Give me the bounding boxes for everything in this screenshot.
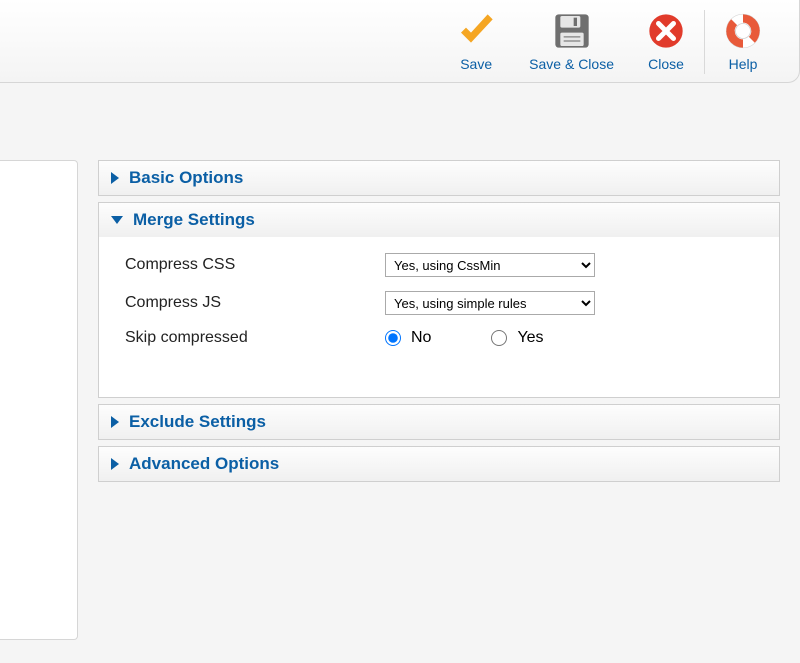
toolbar: Save Save & Close Close: [0, 0, 800, 83]
radio-input-no[interactable]: [385, 330, 401, 346]
check-icon: [455, 10, 497, 52]
close-icon: [646, 10, 686, 52]
toolbar-separator: [704, 10, 705, 74]
chevron-down-icon: [111, 216, 123, 224]
save-label: Save: [460, 56, 492, 72]
panel-title: Exclude Settings: [129, 412, 266, 432]
select-compress-css[interactable]: Yes, using CssMin: [385, 253, 595, 277]
panel-title: Merge Settings: [133, 210, 255, 230]
select-compress-js[interactable]: Yes, using simple rules: [385, 291, 595, 315]
label-skip-compressed: Skip compressed: [125, 329, 385, 347]
save-close-button[interactable]: Save & Close: [513, 10, 630, 72]
panel-header-merge[interactable]: Merge Settings: [99, 203, 779, 237]
label-compress-css: Compress CSS: [125, 256, 385, 274]
panel-body-merge: Compress CSS Yes, using CssMin Compress …: [99, 237, 779, 397]
left-panel-stub: [0, 160, 78, 640]
radio-skip-no[interactable]: No: [385, 329, 431, 347]
chevron-right-icon: [111, 172, 119, 184]
panel-merge-settings: Merge Settings Compress CSS Yes, using C…: [98, 202, 780, 398]
label-compress-js: Compress JS: [125, 294, 385, 312]
options-panels: Basic Options Merge Settings Compress CS…: [98, 160, 780, 640]
row-compress-css: Compress CSS Yes, using CssMin: [125, 253, 759, 277]
radio-skip-yes[interactable]: Yes: [491, 329, 543, 347]
panel-header-exclude[interactable]: Exclude Settings: [99, 405, 779, 439]
row-skip-compressed: Skip compressed No Yes: [125, 329, 759, 347]
help-label: Help: [729, 56, 758, 72]
chevron-right-icon: [111, 458, 119, 470]
panel-advanced-options: Advanced Options: [98, 446, 780, 482]
radio-input-yes[interactable]: [491, 330, 507, 346]
help-button[interactable]: Help: [707, 10, 779, 72]
panel-title: Advanced Options: [129, 454, 279, 474]
floppy-icon: [552, 10, 592, 52]
panel-header-advanced[interactable]: Advanced Options: [99, 447, 779, 481]
lifebuoy-icon: [723, 10, 763, 52]
radio-group-skip: No Yes: [385, 329, 544, 347]
save-close-label: Save & Close: [529, 56, 614, 72]
panel-title: Basic Options: [129, 168, 243, 188]
panel-basic-options: Basic Options: [98, 160, 780, 196]
radio-label-no: No: [411, 329, 431, 347]
panel-exclude-settings: Exclude Settings: [98, 404, 780, 440]
save-button[interactable]: Save: [439, 10, 513, 72]
close-button[interactable]: Close: [630, 10, 702, 72]
close-label: Close: [648, 56, 684, 72]
panel-header-basic[interactable]: Basic Options: [99, 161, 779, 195]
row-compress-js: Compress JS Yes, using simple rules: [125, 291, 759, 315]
content-area: Basic Options Merge Settings Compress CS…: [0, 160, 800, 640]
chevron-right-icon: [111, 416, 119, 428]
radio-label-yes: Yes: [517, 329, 543, 347]
